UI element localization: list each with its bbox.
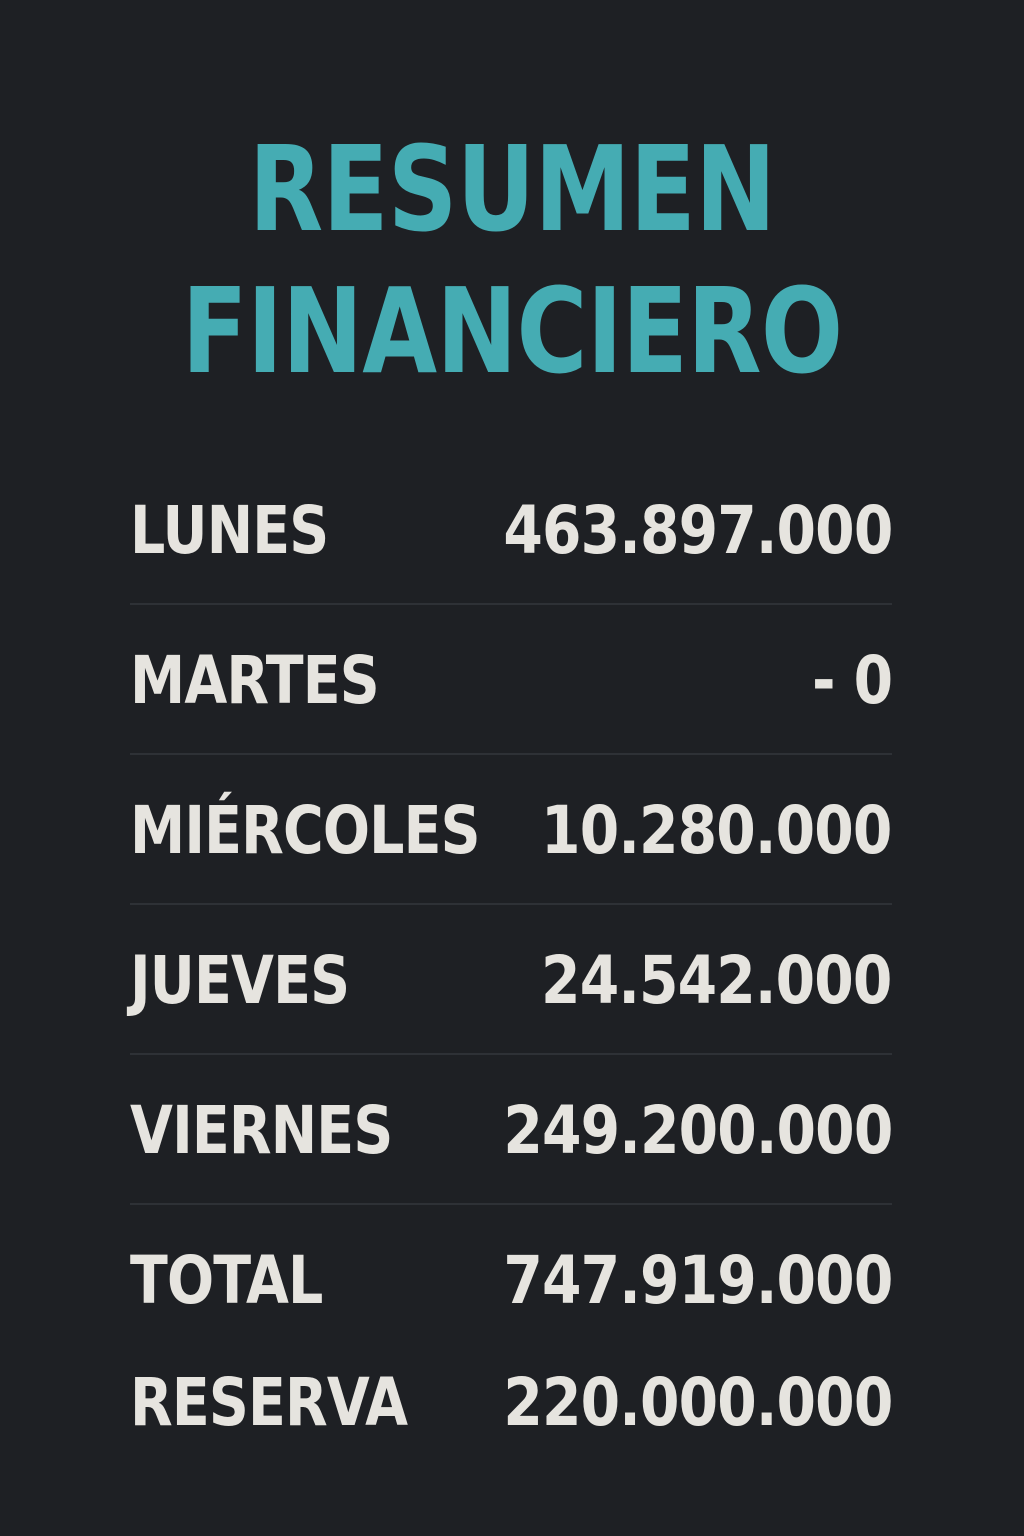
row-viernes: VIERNES 249.200.000 xyxy=(130,1055,893,1205)
financial-summary-page: RESUMEN FINANCIERO LUNES 463.897.000 MAR… xyxy=(0,0,1024,1536)
row-value: 463.897.000 xyxy=(502,492,893,569)
row-total: TOTAL 747.919.000 xyxy=(130,1205,893,1327)
title-line-1: RESUMEN xyxy=(248,120,776,258)
row-label: MARTES xyxy=(130,642,380,719)
row-label: MIÉRCOLES xyxy=(130,792,481,869)
title-line-2: FINANCIERO xyxy=(181,262,843,400)
row-martes: MARTES - 0 xyxy=(130,605,893,755)
summary-list: LUNES 463.897.000 MARTES - 0 MIÉRCOLES 1… xyxy=(130,455,893,1449)
row-value: 24.542.000 xyxy=(541,942,893,1019)
row-value: 10.280.000 xyxy=(541,792,893,869)
row-jueves: JUEVES 24.542.000 xyxy=(130,905,893,1055)
row-label: VIERNES xyxy=(130,1092,393,1169)
row-label: JUEVES xyxy=(130,942,350,1019)
row-miercoles: MIÉRCOLES 10.280.000 xyxy=(130,755,893,905)
row-lunes: LUNES 463.897.000 xyxy=(130,455,893,605)
row-reserva: RESERVA 220.000.000 xyxy=(130,1327,893,1449)
row-label: RESERVA xyxy=(130,1364,408,1441)
row-label: TOTAL xyxy=(130,1242,323,1319)
row-value: 747.919.000 xyxy=(502,1242,893,1319)
row-value: 220.000.000 xyxy=(502,1364,893,1441)
row-value: - 0 xyxy=(811,642,893,719)
page-title: RESUMEN FINANCIERO xyxy=(92,118,932,402)
row-value: 249.200.000 xyxy=(502,1092,893,1169)
row-label: LUNES xyxy=(130,492,329,569)
